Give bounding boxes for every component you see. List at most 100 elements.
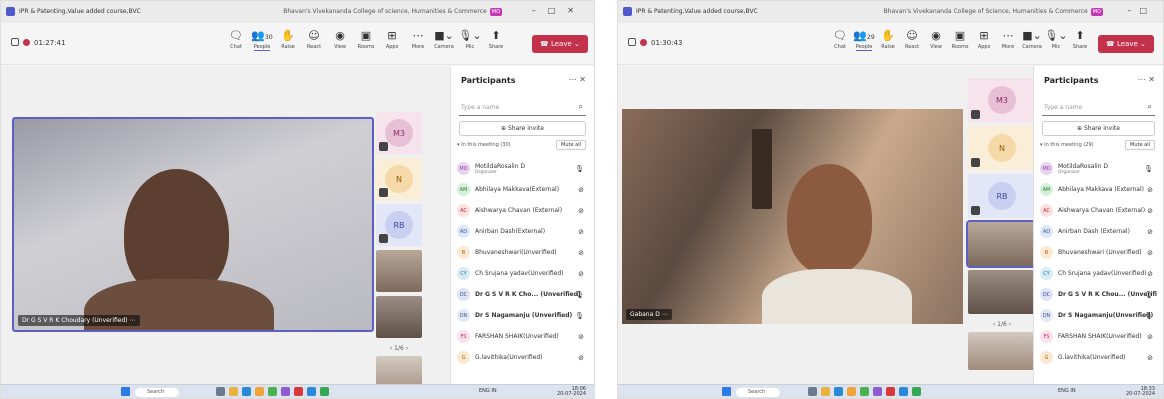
mic-icon[interactable]: ⊘ <box>1147 270 1153 278</box>
participant-row[interactable]: MD MotildaRosalin D Organizer 🎙 <box>1040 158 1157 179</box>
participant-row[interactable]: AD Anirban Dash (External) ⊘ <box>1040 221 1157 242</box>
main-video[interactable]: Gabana D ⋯ <box>622 109 963 324</box>
participant-row[interactable]: B Bhuvaneshwari(Unverified) ⊘ <box>457 242 588 263</box>
react-button[interactable]: ☺ React <box>301 28 327 50</box>
view-button[interactable]: ◉ View <box>924 28 948 50</box>
participant-tile[interactable]: RB <box>968 174 1036 218</box>
share-button[interactable]: ⬆ Share <box>483 28 509 50</box>
close-icon[interactable]: ⋯ ✕ <box>569 75 586 84</box>
language-indicator[interactable]: ENG IN <box>479 388 497 394</box>
more-button[interactable]: ⋯ More <box>996 28 1020 50</box>
people-button[interactable]: 👥30 People <box>249 28 275 51</box>
taskbar-search[interactable]: Search <box>135 388 179 397</box>
mic-icon[interactable]: ⊘ <box>578 228 584 236</box>
participant-row[interactable]: CY Ch Srujana yadav(Unverified) ⊘ <box>1040 263 1157 284</box>
participant-row[interactable]: DN Dr S Nagamanju (Unverified) 🎙 <box>457 305 588 326</box>
participant-row[interactable]: AM Abhilaya Makkava (External) ⊘ <box>1040 179 1157 200</box>
video-tile[interactable] <box>968 270 1036 314</box>
participant-row[interactable]: AC Aishwarya Chavan (External) ⊘ <box>457 200 588 221</box>
close-icon[interactable]: ⋯ ✕ <box>1138 75 1155 84</box>
mic-icon[interactable]: ⊘ <box>1147 207 1153 215</box>
camera-button[interactable]: ■⌄ Camera <box>431 28 457 50</box>
mic-icon[interactable]: 🎙 <box>575 291 584 299</box>
raise-hand-button[interactable]: ✋ Raise <box>876 28 900 50</box>
mic-button[interactable]: 🎙⌄ Mic <box>457 28 483 50</box>
window-controls[interactable]: –□✕ <box>532 6 586 15</box>
mic-button[interactable]: 🎙⌄ Mic <box>1044 28 1068 50</box>
participant-tile[interactable]: M3 <box>968 78 1036 122</box>
participant-row[interactable]: G G.lavithika(Unverified) ⊘ <box>1040 347 1157 368</box>
share-invite-button[interactable]: ⊕ Share invite <box>459 121 586 136</box>
participant-row[interactable]: FS FARSHAN SHAIK(Unverified) ⊘ <box>457 326 588 347</box>
mute-all-button[interactable]: Mute all <box>1125 140 1155 150</box>
participant-row[interactable]: CY Ch Srujana yadav(Unverified) ⊘ <box>457 263 588 284</box>
participant-row[interactable]: AD Anirban Dash(External) ⊘ <box>457 221 588 242</box>
apps-button[interactable]: ⊞ Apps <box>972 28 996 50</box>
participant-row[interactable]: MD MotildaRosalin D Organizer 🎙 <box>457 158 588 179</box>
view-button[interactable]: ◉ View <box>327 28 353 50</box>
share-invite-button[interactable]: ⊕ Share invite <box>1042 121 1155 136</box>
video-tile[interactable] <box>966 220 1038 268</box>
mic-icon[interactable]: ⊘ <box>578 207 584 215</box>
mic-icon[interactable]: ⊘ <box>1147 249 1153 257</box>
mic-icon[interactable]: 🎙 <box>575 312 584 320</box>
camera-button[interactable]: ■⌄ Camera <box>1020 28 1044 50</box>
mic-icon[interactable]: ⊘ <box>1147 354 1153 362</box>
mic-icon[interactable]: ⊘ <box>578 249 584 257</box>
org-name: Bhavan's Vivekananda College of Science,… <box>883 8 1103 16</box>
people-button[interactable]: 👥29 People <box>852 28 876 51</box>
search-input[interactable]: Type a name ⌕ <box>1042 100 1155 116</box>
windows-start-icon[interactable] <box>121 387 130 396</box>
react-button[interactable]: ☺ React <box>900 28 924 50</box>
apps-button[interactable]: ⊞ Apps <box>379 28 405 50</box>
video-tile[interactable] <box>968 332 1036 370</box>
leave-button[interactable]: ☎ Leave ⌄ <box>1098 35 1154 53</box>
rooms-button[interactable]: ▣ Rooms <box>948 28 972 50</box>
participant-tile[interactable]: N <box>968 126 1036 170</box>
tile-pager[interactable]: ‹ 1/6 › <box>376 342 422 356</box>
section-header[interactable]: ▾ In this meeting (30) Mute all <box>457 140 586 150</box>
mic-icon[interactable]: ⊘ <box>1147 333 1153 341</box>
participant-row[interactable]: DC Dr G S V R K Cho... (Unverified) 🎙 <box>457 284 588 305</box>
raise-hand-button[interactable]: ✋ Raise <box>275 28 301 50</box>
participant-row[interactable]: B Bhuvaneshwari (Unverified) ⊘ <box>1040 242 1157 263</box>
rooms-button[interactable]: ▣ Rooms <box>353 28 379 50</box>
mic-icon[interactable]: 🎙 <box>1144 291 1153 299</box>
search-input[interactable]: Type a name ⌕ <box>459 100 586 116</box>
taskbar-search[interactable]: Search <box>736 388 780 397</box>
mic-icon[interactable]: ⊘ <box>578 270 584 278</box>
mute-all-button[interactable]: Mute all <box>556 140 586 150</box>
language-indicator[interactable]: ENG IN <box>1058 388 1076 394</box>
more-button[interactable]: ⋯ More <box>405 28 431 50</box>
taskbar-clock[interactable]: 18:06 20-07-2024 <box>557 387 586 397</box>
mic-icon[interactable]: 🎙 <box>1144 165 1153 173</box>
mic-icon[interactable]: ⊘ <box>1147 186 1153 194</box>
participant-row[interactable]: G G.lavithika(Unverified) ⊘ <box>457 347 588 368</box>
mic-icon[interactable]: ⊘ <box>1147 228 1153 236</box>
chat-button[interactable]: 🗨 Chat <box>223 28 249 50</box>
participant-row[interactable]: DC Dr G S V R K Chou... (Unverified)🎙 <box>1040 284 1157 305</box>
main-video[interactable]: Dr G S V R K Choudary (Unverified) ⋯ <box>12 117 374 332</box>
participant-row[interactable]: DN Dr S Nagamanju(Unverified) 🎙 <box>1040 305 1157 326</box>
participant-row[interactable]: AC Aishwarya Chavan (External) ⊘ <box>1040 200 1157 221</box>
windows-start-icon[interactable] <box>722 387 731 396</box>
section-header[interactable]: ▾ In this meeting (29) Mute all <box>1040 140 1155 150</box>
participant-tile[interactable]: RB <box>376 204 422 246</box>
tile-pager[interactable]: ‹ 1/6 › <box>968 318 1036 332</box>
video-tile[interactable] <box>376 250 422 292</box>
participant-tile[interactable]: M3 <box>376 112 422 154</box>
taskbar-clock[interactable]: 18:33 20-07-2024 <box>1126 387 1155 397</box>
mic-icon[interactable]: ⊘ <box>578 333 584 341</box>
participant-tile[interactable]: N <box>376 158 422 200</box>
video-tile[interactable] <box>376 296 422 338</box>
chat-button[interactable]: 🗨 Chat <box>828 28 852 50</box>
participant-row[interactable]: FS FARSHAN SHAIK(Unverified) ⊘ <box>1040 326 1157 347</box>
mic-icon[interactable]: 🎙 <box>575 165 584 173</box>
share-button[interactable]: ⬆ Share <box>1068 28 1092 50</box>
window-controls[interactable]: –□ <box>1127 6 1155 15</box>
participant-row[interactable]: AM Abhilaya Makkava(External) ⊘ <box>457 179 588 200</box>
mic-icon[interactable]: 🎙 <box>1144 312 1153 320</box>
leave-button[interactable]: ☎ Leave ⌄ <box>532 35 588 53</box>
mic-icon[interactable]: ⊘ <box>578 186 584 194</box>
mic-icon[interactable]: ⊘ <box>578 354 584 362</box>
